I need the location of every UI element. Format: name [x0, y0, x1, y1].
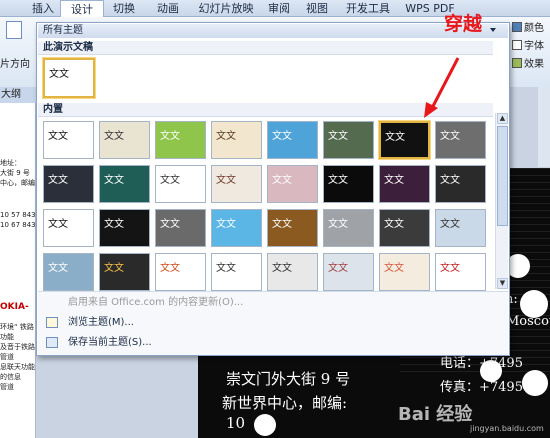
watermark-url: jingyan.baidu.com	[470, 424, 544, 433]
watermark: Bai 经验	[398, 404, 473, 425]
annotation-arrow-icon	[424, 57, 460, 118]
